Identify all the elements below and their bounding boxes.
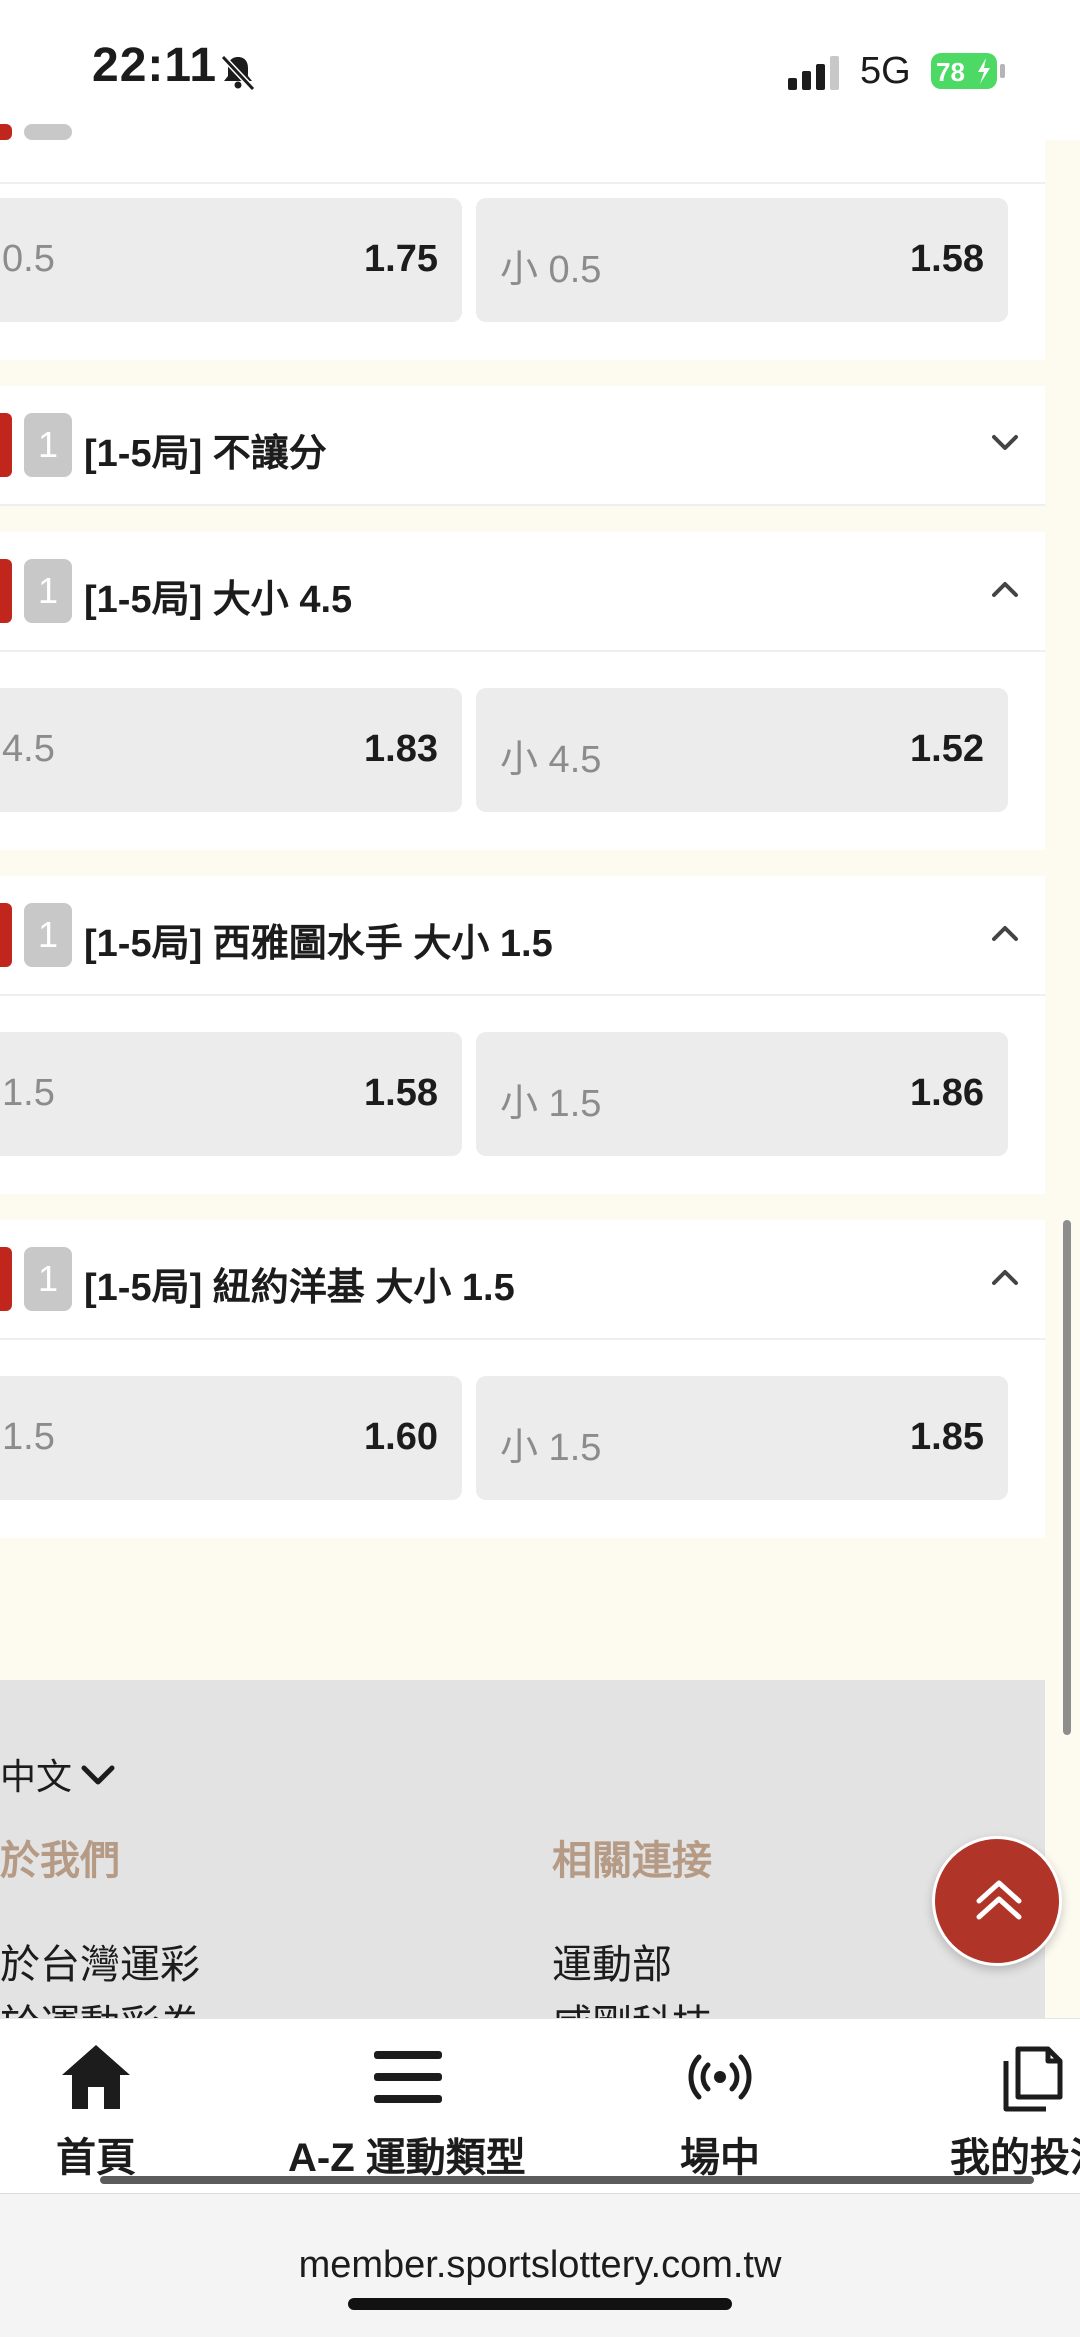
odds-button-under[interactable]: 小 1.5 1.86: [476, 1032, 1008, 1156]
odds-button-under[interactable]: 小 1.5 1.85: [476, 1376, 1008, 1500]
url-text[interactable]: member.sportslottery.com.tw: [0, 2244, 1080, 2287]
chevron-down-icon[interactable]: [988, 426, 1022, 460]
odds-value: 1.75: [364, 238, 438, 280]
nav-az-sports[interactable]: A-Z 運動類型: [270, 2019, 540, 2194]
nav-label: 場中: [680, 2136, 760, 2180]
scroll-indicator: [100, 2176, 1034, 2184]
odds-label: 1.5: [2, 1072, 55, 1114]
footer-heading-about: 於我們: [0, 1839, 120, 1883]
signal-icon: [788, 56, 839, 90]
status-bar: 22:11 5G 78: [0, 0, 1080, 140]
network-label: 5G: [860, 50, 911, 92]
battery-icon: 78: [930, 52, 1006, 90]
site-footer: 中文 於我們 相關連接 於台灣運彩 於運動彩券 運動部 威剛科技: [0, 1680, 1045, 2022]
market-card[interactable]: 1 [1-5局] 不讓分: [0, 386, 1045, 506]
chevron-up-icon[interactable]: [988, 916, 1022, 950]
chevron-up-icon[interactable]: [988, 1260, 1022, 1294]
odds-value: 1.86: [910, 1072, 984, 1114]
odds-button-over[interactable]: 1.5 1.60: [0, 1376, 462, 1500]
home-indicator[interactable]: [348, 2298, 732, 2310]
count-badge: 1: [24, 413, 72, 477]
odds-value: 1.85: [910, 1416, 984, 1458]
odds-button-under[interactable]: 小 4.5 1.52: [476, 688, 1008, 812]
odds-value: 1.58: [364, 1072, 438, 1114]
nav-my-bets[interactable]: 我的投注: [940, 2019, 1080, 2194]
odds-label: 0.5: [2, 238, 55, 280]
nav-home[interactable]: 首頁: [0, 2019, 195, 2194]
scroll-to-top-button[interactable]: [932, 1836, 1062, 1966]
chevron-down-icon[interactable]: [78, 1760, 118, 1790]
chevron-up-icon[interactable]: [988, 572, 1022, 606]
scrollbar[interactable]: [1063, 1220, 1071, 1735]
bell-muted-icon: [220, 54, 256, 92]
market-title: [1-5局] 不讓分: [84, 433, 327, 475]
odds-value: 1.58: [910, 238, 984, 280]
odds-label: 小 1.5: [500, 1427, 602, 1469]
nav-label: A-Z 運動類型: [288, 2136, 526, 2180]
odds-label: 4.5: [2, 728, 55, 770]
home-icon: [62, 2045, 130, 2109]
market-card-header-partial: [0, 124, 1045, 184]
live-icon: [688, 2054, 752, 2100]
market-header[interactable]: 1 [1-5局] 紐約洋基 大小 1.5: [0, 1220, 1045, 1340]
market-card: 1 [1-5局] 西雅圖水手 大小 1.5 1.5 1.58 小 1.5 1.8…: [0, 876, 1045, 1194]
odds-value: 1.83: [364, 728, 438, 770]
odds-button-over[interactable]: 1.5 1.58: [0, 1032, 462, 1156]
nav-live[interactable]: 場中: [640, 2019, 800, 2194]
live-tag: [0, 413, 12, 477]
odds-value: 1.52: [910, 728, 984, 770]
market-card: 1 [1-5局] 紐約洋基 大小 1.5 1.5 1.60 小 1.5 1.85: [0, 1220, 1045, 1538]
live-tag: [0, 559, 12, 623]
nav-label: 我的投注: [950, 2136, 1080, 2180]
count-badge: 1: [24, 903, 72, 967]
count-badge: 1: [24, 1247, 72, 1311]
live-tag: [0, 1247, 12, 1311]
footer-heading-links: 相關連接: [552, 1839, 712, 1883]
odds-label: 小 1.5: [500, 1083, 602, 1125]
status-time: 22:11: [92, 39, 218, 92]
bottom-nav: 首頁 A-Z 運動類型 場中 我的投注: [0, 2018, 1080, 2193]
nav-label: 首頁: [56, 2136, 136, 2180]
market-card: 1 [1-5局] 大小 4.5 4.5 1.83 小 4.5 1.52: [0, 532, 1045, 850]
odds-value: 1.60: [364, 1416, 438, 1458]
browser-address-bar[interactable]: member.sportslottery.com.tw: [0, 2193, 1080, 2337]
live-tag: [0, 124, 12, 140]
market-title: [1-5局] 西雅圖水手 大小 1.5: [84, 923, 553, 965]
market-header[interactable]: 1 [1-5局] 大小 4.5: [0, 532, 1045, 652]
market-title: [1-5局] 紐約洋基 大小 1.5: [84, 1267, 515, 1309]
market-card: 0.5 1.75 小 0.5 1.58: [0, 120, 1045, 360]
menu-icon: [374, 2051, 442, 2103]
count-badge: [24, 124, 72, 140]
double-chevron-up-icon: [976, 1880, 1022, 1920]
market-header[interactable]: 1 [1-5局] 西雅圖水手 大小 1.5: [0, 876, 1045, 996]
odds-label: 小 0.5: [500, 249, 602, 291]
battery-level: 78: [936, 57, 965, 87]
odds-button-over[interactable]: 0.5 1.75: [0, 198, 462, 322]
language-select[interactable]: 中文: [0, 1748, 72, 1800]
count-badge: 1: [24, 559, 72, 623]
footer-link[interactable]: 運動部: [552, 1932, 672, 1990]
footer-link[interactable]: 於台灣運彩: [0, 1932, 200, 1990]
odds-button-under[interactable]: 小 0.5 1.58: [476, 198, 1008, 322]
odds-button-over[interactable]: 4.5 1.83: [0, 688, 462, 812]
market-title: [1-5局] 大小 4.5: [84, 579, 353, 621]
live-tag: [0, 903, 12, 967]
bets-icon: [1003, 2046, 1063, 2112]
odds-label: 1.5: [2, 1416, 55, 1458]
odds-label: 小 4.5: [500, 739, 602, 781]
market-header[interactable]: 1 [1-5局] 不讓分: [0, 386, 1045, 506]
